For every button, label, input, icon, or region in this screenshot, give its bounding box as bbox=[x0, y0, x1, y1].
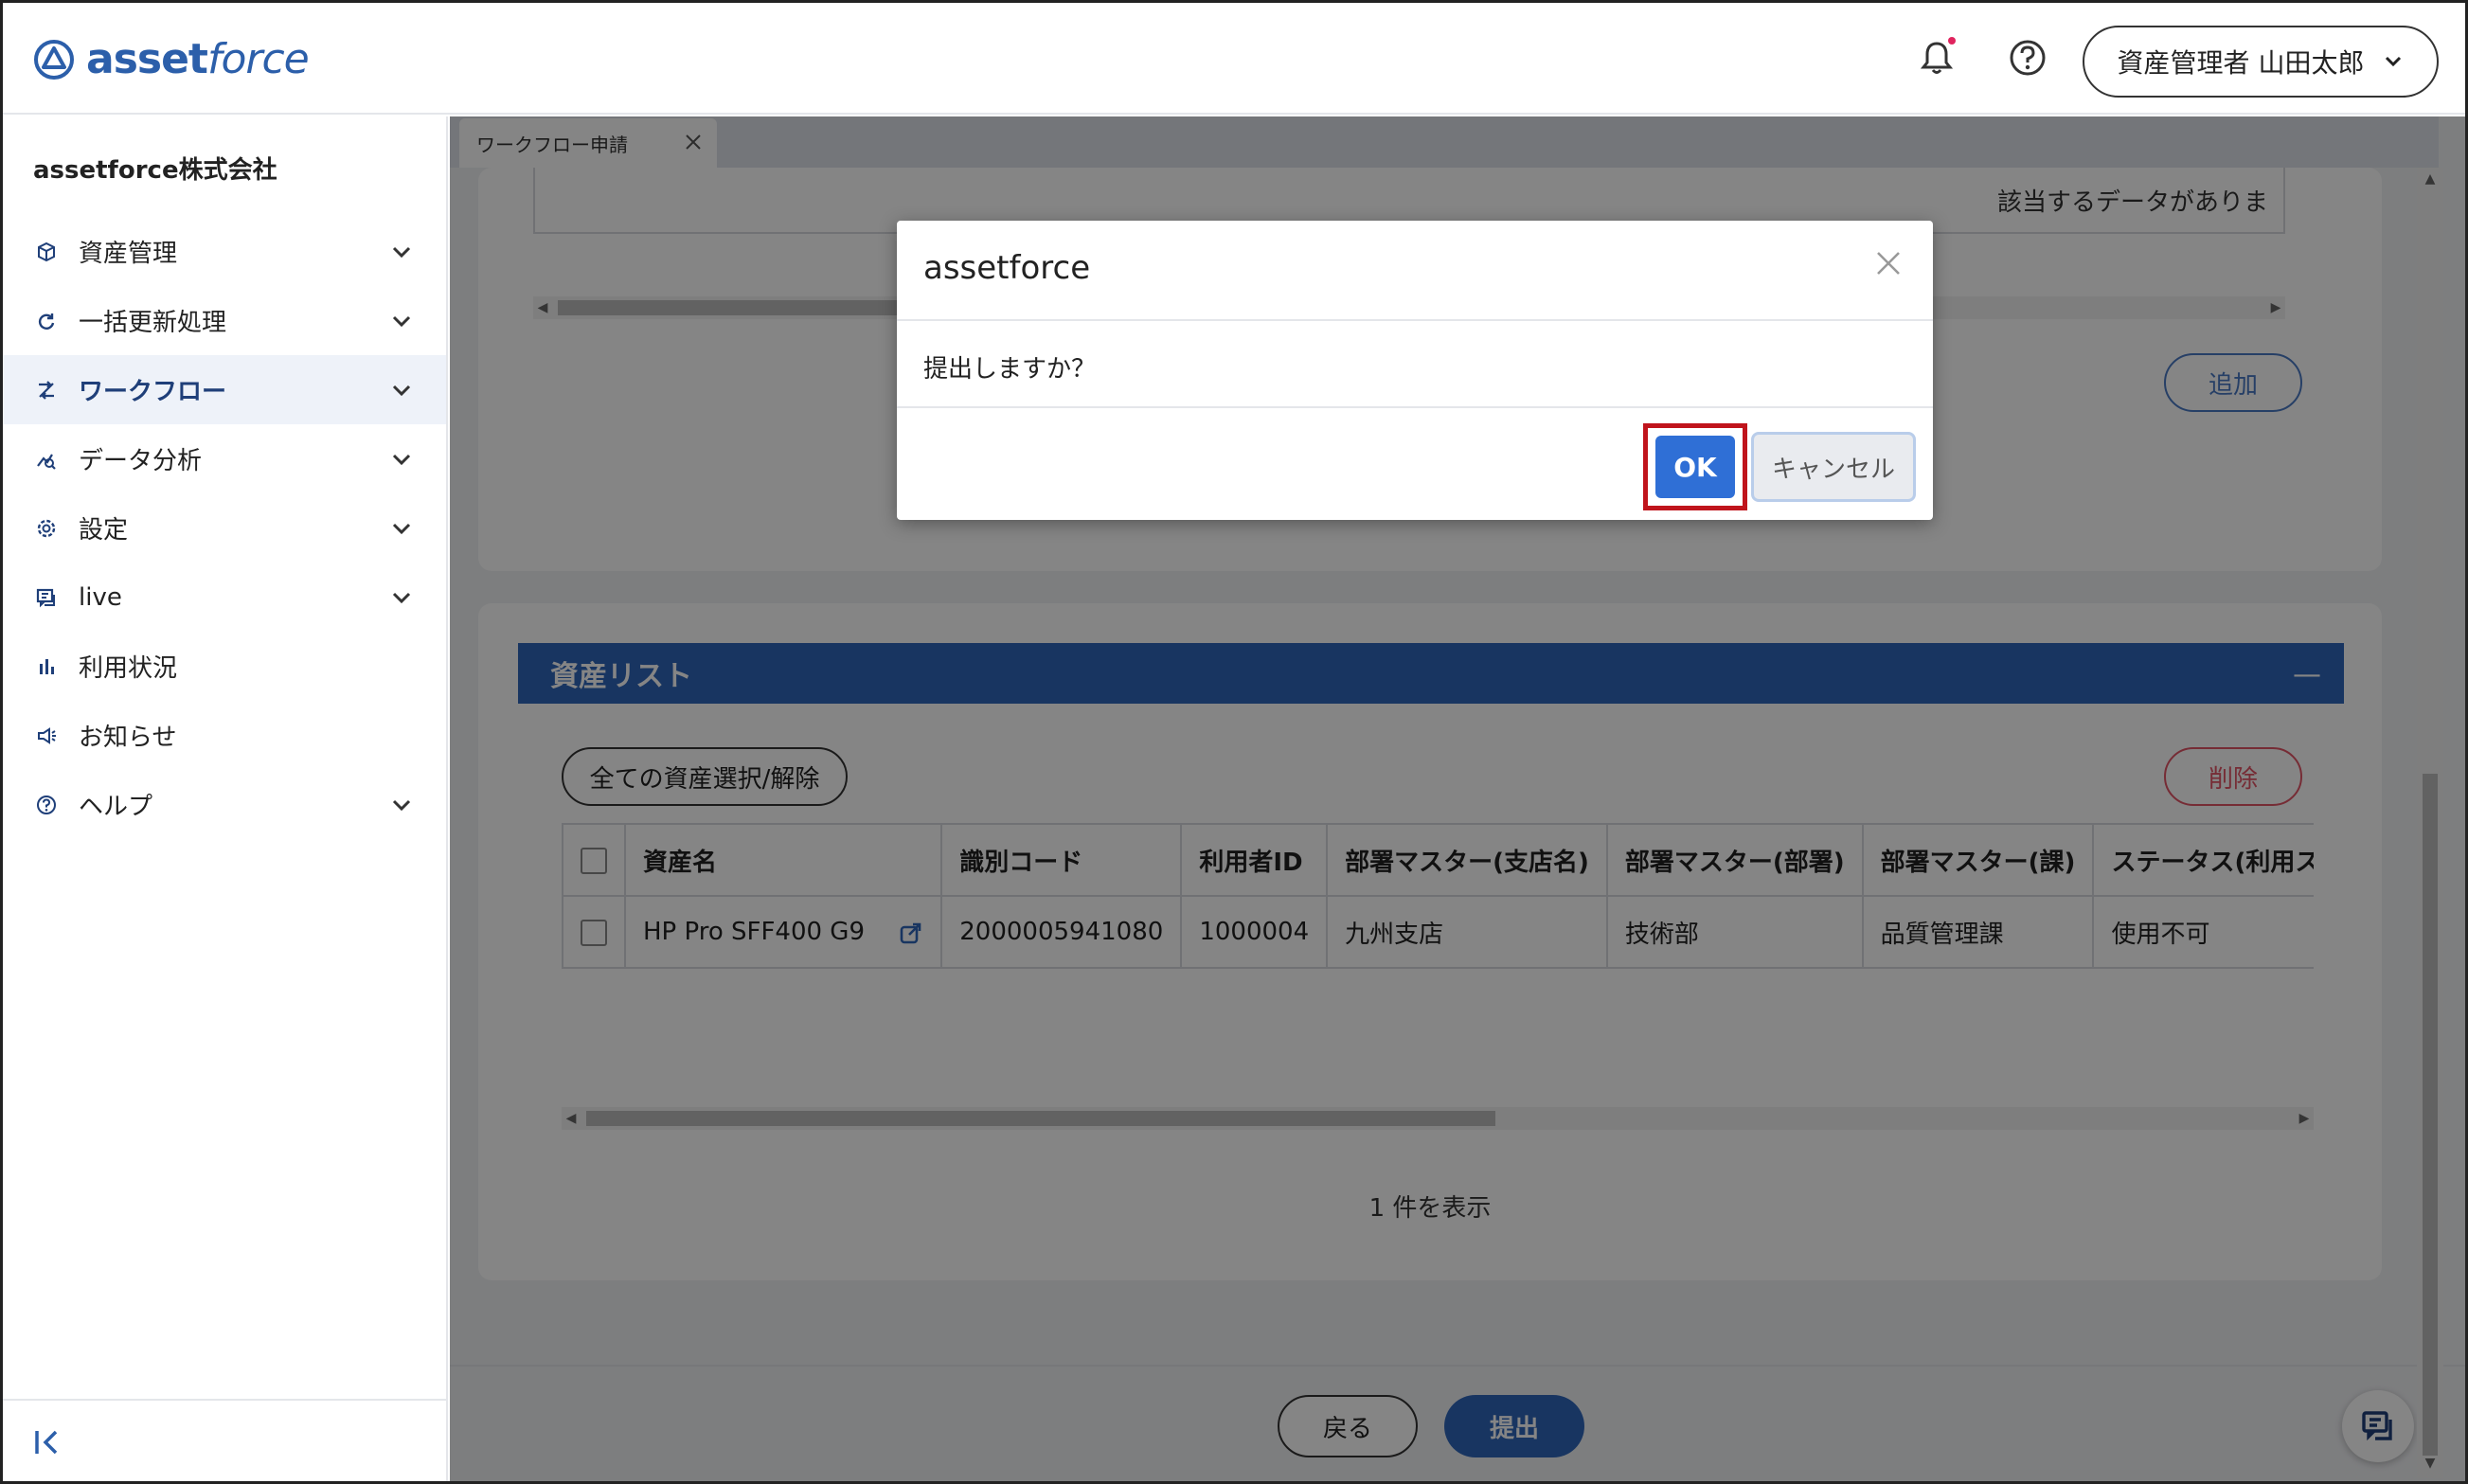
sidebar-item-usage[interactable]: 利用状況 bbox=[3, 632, 446, 701]
sidebar-item-asset-management[interactable]: 資産管理 bbox=[3, 217, 446, 286]
sidebar-item-bulk-update[interactable]: 一括更新処理 bbox=[3, 286, 446, 355]
logo-mark-icon bbox=[34, 39, 74, 80]
chevron-down-icon bbox=[392, 246, 411, 259]
chevron-down-icon bbox=[392, 799, 411, 812]
collapse-sidebar-icon[interactable] bbox=[31, 1425, 65, 1459]
dialog-title: assetforce bbox=[923, 249, 1091, 287]
company-name: assetforce株式会社 bbox=[33, 156, 277, 185]
ok-button[interactable]: OK bbox=[1655, 436, 1735, 498]
sidebar: assetforce株式会社 資産管理 一括更新処理 ワークフロー データ分析 bbox=[3, 116, 448, 1481]
sidebar-nav: 資産管理 一括更新処理 ワークフロー データ分析 設定 live 利用状況 お知… bbox=[3, 217, 446, 839]
cancel-button[interactable]: キャンセル bbox=[1751, 432, 1916, 502]
chevron-down-icon bbox=[392, 384, 411, 397]
logo[interactable]: assetforce bbox=[33, 35, 310, 83]
notification-bell-icon[interactable] bbox=[1912, 33, 1961, 82]
chevron-down-icon bbox=[392, 592, 411, 604]
user-label: 資産管理者 山田太郎 bbox=[2117, 47, 2365, 79]
sidebar-collapse-bar bbox=[3, 1399, 446, 1481]
user-menu-button[interactable]: 資産管理者 山田太郎 bbox=[2083, 26, 2439, 98]
cube-icon bbox=[35, 241, 58, 263]
sidebar-item-live[interactable]: live bbox=[3, 563, 446, 632]
sidebar-item-notices[interactable]: お知らせ bbox=[3, 701, 446, 770]
app-window: assetforce 資産管理者 山田太郎 assetforce株式会社 資産管… bbox=[0, 0, 2468, 1484]
chat-icon bbox=[35, 586, 58, 609]
logo-text: assetforce bbox=[86, 35, 310, 83]
dialog-divider bbox=[897, 319, 1933, 321]
help-icon bbox=[35, 794, 58, 816]
sidebar-item-settings[interactable]: 設定 bbox=[3, 493, 446, 563]
help-icon[interactable] bbox=[2003, 33, 2052, 82]
chevron-down-icon bbox=[392, 523, 411, 535]
chevron-down-icon bbox=[392, 315, 411, 328]
chevron-down-icon bbox=[2386, 56, 2402, 67]
dialog-message: 提出しますか？ bbox=[923, 355, 1097, 384]
analytics-icon bbox=[35, 448, 58, 471]
bar-chart-icon bbox=[35, 655, 58, 678]
sidebar-item-help[interactable]: ヘルプ bbox=[3, 770, 446, 839]
megaphone-icon bbox=[35, 724, 58, 747]
dialog-divider bbox=[897, 406, 1933, 408]
sidebar-item-data-analysis[interactable]: データ分析 bbox=[3, 424, 446, 493]
sidebar-item-workflow[interactable]: ワークフロー bbox=[3, 355, 446, 424]
refresh-icon bbox=[35, 310, 58, 332]
workflow-icon bbox=[35, 379, 58, 402]
gear-icon bbox=[35, 517, 58, 540]
notification-dot bbox=[1948, 37, 1956, 45]
top-header: assetforce 資産管理者 山田太郎 bbox=[3, 3, 2465, 115]
confirm-dialog: assetforce 提出しますか？ OK キャンセル bbox=[897, 221, 1933, 520]
close-icon[interactable] bbox=[1872, 247, 1905, 279]
chevron-down-icon bbox=[392, 454, 411, 466]
